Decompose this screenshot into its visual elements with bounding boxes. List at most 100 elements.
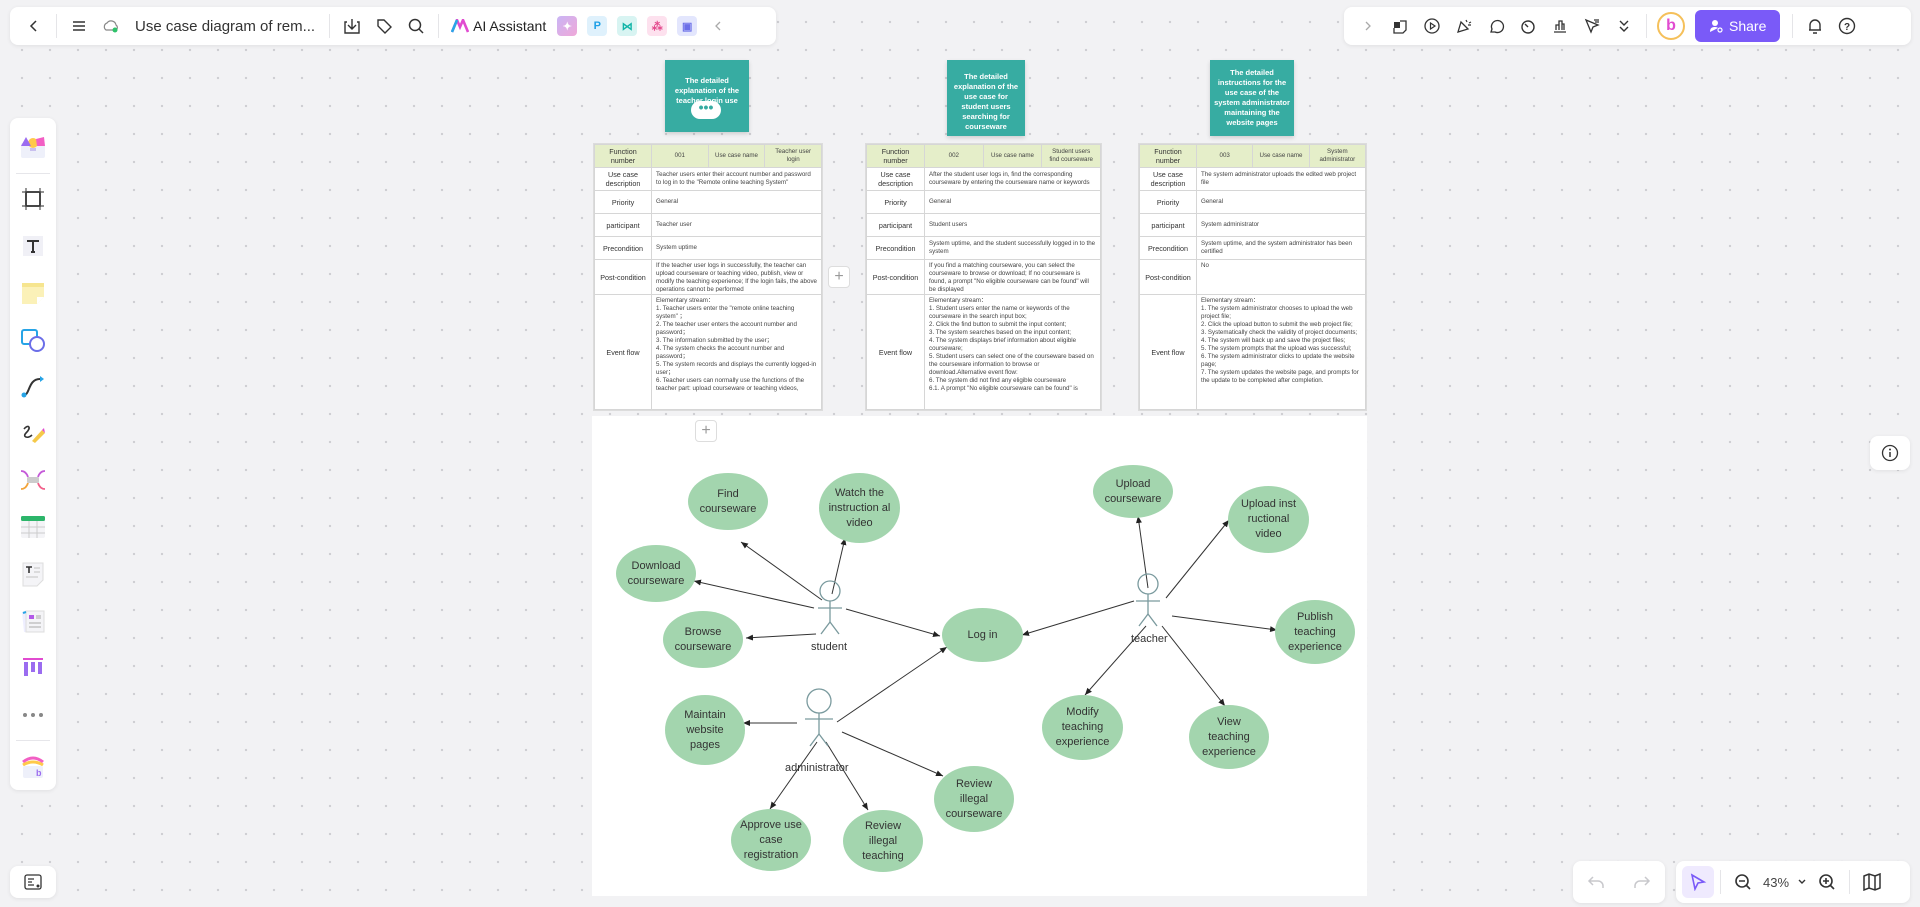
zoom-level[interactable]: 43%	[1763, 875, 1789, 890]
more-icon[interactable]	[1608, 10, 1640, 42]
celebrate-icon[interactable]	[1448, 10, 1480, 42]
use-case-publish-experience[interactable]: Publish teaching experience	[1275, 600, 1355, 664]
cell: Function number	[866, 144, 925, 168]
shapes-icon[interactable]	[16, 323, 50, 356]
row-value: Elementary stream： 1. Teacher users ente…	[651, 294, 822, 410]
comment-icon[interactable]	[1480, 10, 1512, 42]
user-avatar[interactable]: b	[1657, 12, 1685, 40]
use-case-watch-video[interactable]: Watch the instruction al video	[819, 473, 900, 543]
template-icon[interactable]	[1384, 10, 1416, 42]
history-controls	[1573, 861, 1665, 903]
sticky-note-icon[interactable]	[16, 277, 50, 310]
info-button[interactable]	[1870, 436, 1910, 470]
chart-icon[interactable]	[1544, 10, 1576, 42]
sticky-note[interactable]: The detailed instructions for the use ca…	[1210, 60, 1294, 136]
pen-icon[interactable]	[16, 417, 50, 450]
use-case-upload-courseware[interactable]: Upload courseware	[1093, 465, 1173, 518]
use-case-table-002[interactable]: Function number 002 Use case name Studen…	[865, 143, 1102, 411]
table-row: Precondition System uptime	[594, 236, 822, 260]
zoom-in-icon[interactable]	[1811, 866, 1843, 898]
chat-plugin-icon[interactable]: ▣	[677, 16, 698, 36]
use-case-table-003[interactable]: Function number 003 Use case name System…	[1138, 143, 1367, 411]
expand-icon[interactable]	[1352, 10, 1384, 42]
row-label: Precondition	[866, 236, 925, 260]
app-icon[interactable]: b	[16, 750, 50, 783]
redo-icon[interactable]	[1626, 866, 1658, 898]
cursor-filter-icon[interactable]	[1576, 10, 1608, 42]
row-label: Priority	[866, 190, 925, 214]
connector	[845, 608, 941, 637]
share-button[interactable]: Share	[1695, 10, 1781, 42]
templates-icon[interactable]	[16, 131, 50, 164]
zoom-dropdown-icon[interactable]	[1793, 866, 1811, 898]
left-tool-sidebar: b	[10, 118, 56, 790]
more-options-bubble[interactable]: •••	[691, 100, 721, 119]
use-case-log-in[interactable]: Log in	[942, 608, 1023, 662]
cell: Use case name	[707, 144, 766, 168]
map-icon[interactable]	[1856, 866, 1888, 898]
document-title[interactable]: Use case diagram of rem...	[135, 18, 315, 35]
use-case-find-courseware[interactable]: Find courseware	[688, 473, 768, 530]
connector	[1161, 625, 1226, 707]
mindmap-plugin-icon[interactable]: ⋈	[617, 16, 638, 36]
use-case-review-teaching[interactable]: Review illegal teaching	[843, 810, 923, 872]
row-label: Use case description	[594, 167, 652, 191]
mindmap-icon[interactable]	[16, 464, 50, 497]
add-item-button[interactable]: +	[828, 266, 850, 288]
use-case-browse-courseware[interactable]: Browse courseware	[663, 611, 743, 668]
use-case-table-001[interactable]: Function number 001 Use case name Teache…	[593, 143, 823, 411]
row-label: Priority	[594, 190, 652, 214]
present-icon[interactable]	[1416, 10, 1448, 42]
notification-icon[interactable]	[1799, 10, 1831, 42]
use-case-view-experience[interactable]: View teaching experience	[1189, 705, 1269, 769]
use-case-approve-registration[interactable]: Approve use case registration	[731, 809, 811, 871]
search-icon[interactable]	[400, 10, 432, 42]
row-value: The system administrator uploads the edi…	[1196, 167, 1366, 191]
divider	[1849, 870, 1851, 894]
use-case-download-courseware[interactable]: Download courseware	[616, 545, 696, 602]
timer-icon[interactable]	[1512, 10, 1544, 42]
cell: Teacher user login	[764, 144, 822, 168]
use-case-maintain-website[interactable]: Maintain website pages	[665, 695, 745, 765]
frame-icon[interactable]	[16, 183, 50, 216]
help-icon[interactable]: ?	[1831, 10, 1863, 42]
row-value: Student users	[924, 213, 1101, 237]
tag-icon[interactable]	[368, 10, 400, 42]
row-label: participant	[594, 213, 652, 237]
collapse-icon[interactable]	[702, 10, 734, 42]
use-case-diagram[interactable]: + student teacher administrator Find cou…	[592, 416, 1367, 896]
menu-icon[interactable]	[63, 10, 95, 42]
connector	[740, 541, 823, 601]
divider	[1720, 870, 1721, 894]
download-icon[interactable]	[336, 10, 368, 42]
flow-plugin-icon[interactable]: ⁂	[647, 16, 668, 36]
cloud-sync-icon	[95, 10, 127, 42]
more-tools-icon[interactable]	[16, 698, 50, 731]
select-tool-icon[interactable]	[1682, 866, 1714, 898]
row-label: Use case description	[866, 167, 925, 191]
connector	[1171, 615, 1278, 633]
row-value: No	[1196, 259, 1366, 295]
use-case-review-courseware[interactable]: Review illegal courseware	[934, 766, 1014, 832]
back-icon[interactable]	[18, 10, 50, 42]
top-left-toolbar: Use case diagram of rem... AI Assistant …	[10, 7, 776, 45]
p-plugin-icon[interactable]: P	[587, 16, 608, 36]
outline-toggle[interactable]	[10, 866, 56, 898]
image-plugin-icon[interactable]: ✦	[557, 16, 578, 36]
undo-icon[interactable]	[1580, 866, 1612, 898]
document-icon[interactable]	[16, 558, 50, 591]
ai-assistant-button[interactable]: AI Assistant	[451, 18, 546, 34]
slides-icon[interactable]	[16, 605, 50, 638]
use-case-upload-video[interactable]: Upload inst ructional video	[1228, 486, 1309, 553]
table-row: participant Teacher user	[594, 213, 822, 237]
text-icon[interactable]	[16, 230, 50, 263]
table-row: Post-condition If you find a matching cou…	[866, 259, 1101, 295]
table-icon[interactable]	[16, 511, 50, 544]
kanban-icon[interactable]	[16, 651, 50, 684]
use-case-modify-experience[interactable]: Modify teaching experience	[1042, 695, 1123, 760]
zoom-out-icon[interactable]	[1727, 866, 1759, 898]
connector-icon[interactable]	[16, 370, 50, 403]
cell: 002	[924, 144, 984, 168]
sticky-note[interactable]: The detailed explanation of the teacher …	[665, 60, 749, 132]
sticky-note[interactable]: The detailed explanation of the use case…	[947, 60, 1025, 136]
